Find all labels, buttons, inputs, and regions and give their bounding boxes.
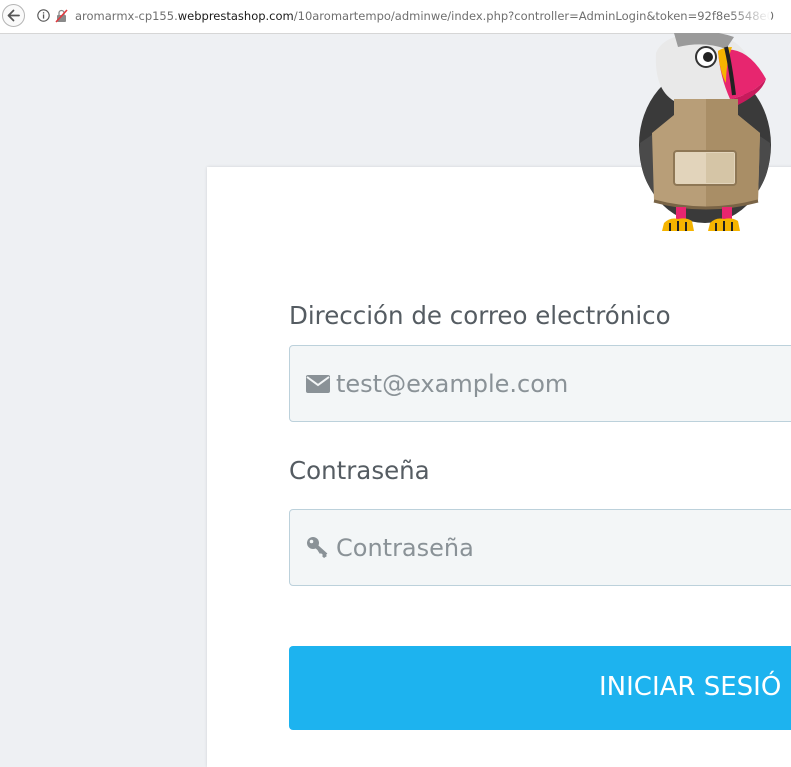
email-field[interactable] <box>289 345 791 422</box>
info-icon[interactable] <box>37 9 50 22</box>
url-path: /10aromartempo/adminwe/index.php?control… <box>293 9 774 23</box>
url-fade <box>731 4 771 28</box>
url-field[interactable]: aromarmx-cp155.webprestashop.com/10aroma… <box>75 9 775 23</box>
email-label: Dirección de correo electrónico <box>289 301 671 330</box>
arrow-left-icon <box>7 9 20 22</box>
password-field[interactable] <box>289 509 791 586</box>
login-card: Dirección de correo electrónico Contrase… <box>207 167 791 767</box>
url-host: webprestashop.com <box>177 9 294 23</box>
browser-address-bar: aromarmx-cp155.webprestashop.com/10aroma… <box>0 0 791 34</box>
password-input[interactable] <box>336 510 791 585</box>
key-icon <box>307 537 328 558</box>
envelope-icon <box>306 375 330 393</box>
insecure-lock-icon[interactable] <box>55 9 68 23</box>
password-label: Contraseña <box>289 456 430 485</box>
prestashop-puffin-mascot <box>639 33 771 231</box>
login-submit-button[interactable]: INICIAR SESIÓ <box>289 646 791 730</box>
email-input[interactable] <box>336 346 791 421</box>
back-button[interactable] <box>2 4 25 27</box>
login-submit-label: INICIAR SESIÓ <box>599 672 782 702</box>
url-prefix: aromarmx-cp155. <box>75 9 178 23</box>
